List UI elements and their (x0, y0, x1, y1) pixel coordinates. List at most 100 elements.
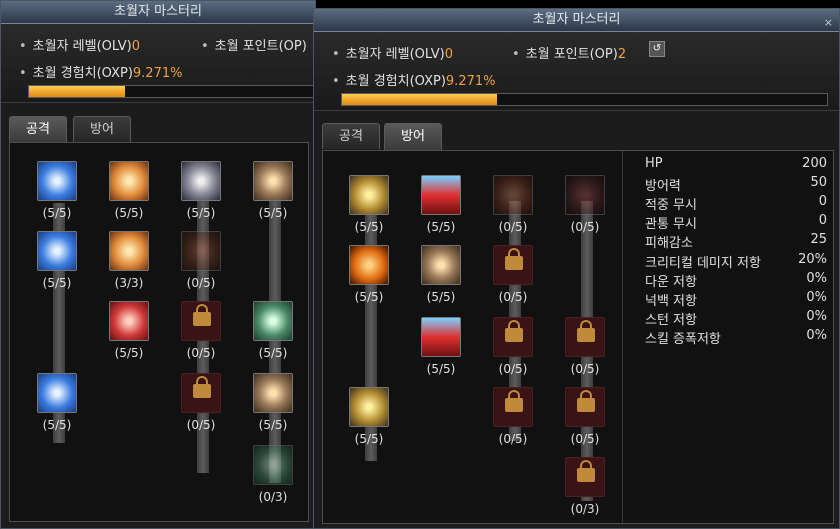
lock-icon (577, 320, 595, 342)
golden-shield-icon[interactable] (349, 387, 389, 427)
window-title: 초월자 마스터리 (114, 4, 202, 19)
skill-level-label: (5/5) (42, 206, 72, 220)
stats-header: • 초월자 레벨(OLV)0 • 초월 포인트(OP) • 초월 경험치(OXP)9.… (1, 24, 320, 103)
mastery-window-front: 초월자 마스터리 × • 초월자 레벨(OLV)0 • 초월 포인트(OP)2 ↺ … (313, 8, 840, 529)
skill-level-label: (0/3) (570, 502, 600, 516)
chain-fist-icon[interactable] (253, 161, 293, 201)
stat-name: 방어력 (645, 179, 681, 195)
shield-crest-icon[interactable] (181, 231, 221, 271)
skill-tree-panel: (5/5) (5/5) (5/5) (5/5) (5/5) (3/3) (0/5) (5/5)… (9, 142, 309, 522)
window-title-bar[interactable]: 초월자 마스터리 (1, 1, 315, 24)
crossed-swords-icon[interactable] (37, 161, 77, 201)
stat-row: 스턴 저항 0% (645, 309, 827, 328)
red-potion-icon[interactable] (421, 317, 461, 357)
stat-name: 다운 저항 (645, 274, 697, 290)
exp-stat: • 초월 경험치(OXP)9.271% (19, 66, 183, 81)
skill-level-label: (5/5) (426, 362, 456, 376)
skill-level-label: (0/5) (570, 432, 600, 446)
point-stat: • 초월 포인트(OP)2 (512, 47, 627, 62)
skill-level-label: (5/5) (186, 206, 216, 220)
point-stat: • 초월 포인트(OP) (201, 39, 307, 54)
crossed-swords-icon[interactable] (37, 231, 77, 271)
burning-silhouette-icon[interactable] (349, 245, 389, 285)
stat-name: HP (645, 156, 663, 171)
stat-name: 넉백 저항 (645, 293, 697, 309)
stat-value: 0 (818, 213, 827, 229)
stat-row: 넉백 저항 0% (645, 290, 827, 309)
tab-defense[interactable]: 방어 (384, 123, 442, 150)
stat-value: 20% (798, 251, 827, 267)
lock-icon (505, 320, 523, 342)
flaming-fist-icon[interactable] (109, 161, 149, 201)
skill-level-label: (0/5) (570, 362, 600, 376)
skill-level-label: (0/5) (186, 418, 216, 432)
lock-icon[interactable] (493, 317, 533, 357)
lock-icon (505, 390, 523, 412)
lock-icon[interactable] (493, 245, 533, 285)
red-arrow-fist-icon[interactable] (109, 301, 149, 341)
skill-level-label: (0/5) (498, 220, 528, 234)
stat-row: 크리티컬 데미지 저항 20% (645, 252, 827, 271)
chain-fist-icon[interactable] (421, 245, 461, 285)
tab-attack[interactable]: 공격 (322, 123, 380, 149)
lock-icon[interactable] (565, 457, 605, 497)
golden-shield-icon[interactable] (349, 175, 389, 215)
stat-row: 관통 무시 0 (645, 213, 827, 232)
exp-stat: • 초월 경험치(OXP)9.271% (332, 74, 496, 89)
exp-progress-bar (341, 93, 828, 106)
stat-value: 50 (810, 175, 827, 191)
swirl-arrows-icon[interactable] (253, 301, 293, 341)
crossed-swords-icon[interactable] (37, 373, 77, 413)
reset-points-icon[interactable]: ↺ (649, 41, 665, 57)
stat-value: 0% (806, 327, 827, 343)
flaming-fist-icon[interactable] (109, 231, 149, 271)
stat-name: 관통 무시 (645, 217, 697, 233)
stats-header: • 초월자 레벨(OLV)0 • 초월 포인트(OP)2 ↺ • 초월 경험치(OXP… (314, 32, 839, 111)
fist-whirl-icon[interactable] (181, 161, 221, 201)
lock-icon[interactable] (565, 317, 605, 357)
lock-icon (193, 376, 211, 398)
stat-value: 0% (806, 289, 827, 305)
close-icon[interactable]: × (824, 12, 833, 34)
panel-divider (622, 151, 623, 523)
skill-level-label: (5/5) (42, 418, 72, 432)
stat-value: 0 (818, 194, 827, 210)
stat-row: HP 200 (645, 156, 827, 175)
lock-icon (577, 390, 595, 412)
lock-icon (505, 248, 523, 270)
skill-level-label: (5/5) (42, 276, 72, 290)
lock-icon (577, 460, 595, 482)
level-stat: • 초월자 레벨(OLV)0 (332, 47, 453, 62)
lock-icon[interactable] (493, 387, 533, 427)
stat-name: 스킬 증폭저항 (645, 331, 721, 347)
skill-level-label: (0/5) (498, 432, 528, 446)
skill-level-label: (3/3) (114, 276, 144, 290)
stat-row: 다운 저항 0% (645, 271, 827, 290)
stat-value: 25 (810, 232, 827, 248)
stat-row: 피해감소 25 (645, 232, 827, 251)
lock-icon[interactable] (181, 301, 221, 341)
window-title-bar[interactable]: 초월자 마스터리 × (314, 9, 839, 32)
stat-value: 0% (806, 270, 827, 286)
lock-icon[interactable] (181, 373, 221, 413)
x-mark-icon[interactable] (565, 175, 605, 215)
skill-level-label: (5/5) (258, 418, 288, 432)
chain-fist-icon[interactable] (253, 373, 293, 413)
stat-value: 200 (802, 156, 827, 171)
stat-value: 0% (806, 308, 827, 324)
lock-icon[interactable] (565, 387, 605, 427)
exp-progress-fill (342, 94, 498, 105)
figure-icon[interactable] (493, 175, 533, 215)
skill-level-label: (0/5) (186, 346, 216, 360)
window-title: 초월자 마스터리 (532, 12, 621, 27)
tab-defense[interactable]: 방어 (73, 116, 131, 142)
stat-name: 크리티컬 데미지 저항 (645, 255, 761, 271)
skill-level-label: (5/5) (354, 290, 384, 304)
red-potion-icon[interactable] (421, 175, 461, 215)
stat-name: 적중 무시 (645, 198, 697, 214)
tab-attack[interactable]: 공격 (9, 116, 67, 143)
skill-level-label: (0/5) (498, 290, 528, 304)
exp-progress-bar (28, 85, 320, 98)
tab-bar: 공격 방어 (322, 123, 831, 150)
swirl-arrows-icon[interactable] (253, 445, 293, 485)
